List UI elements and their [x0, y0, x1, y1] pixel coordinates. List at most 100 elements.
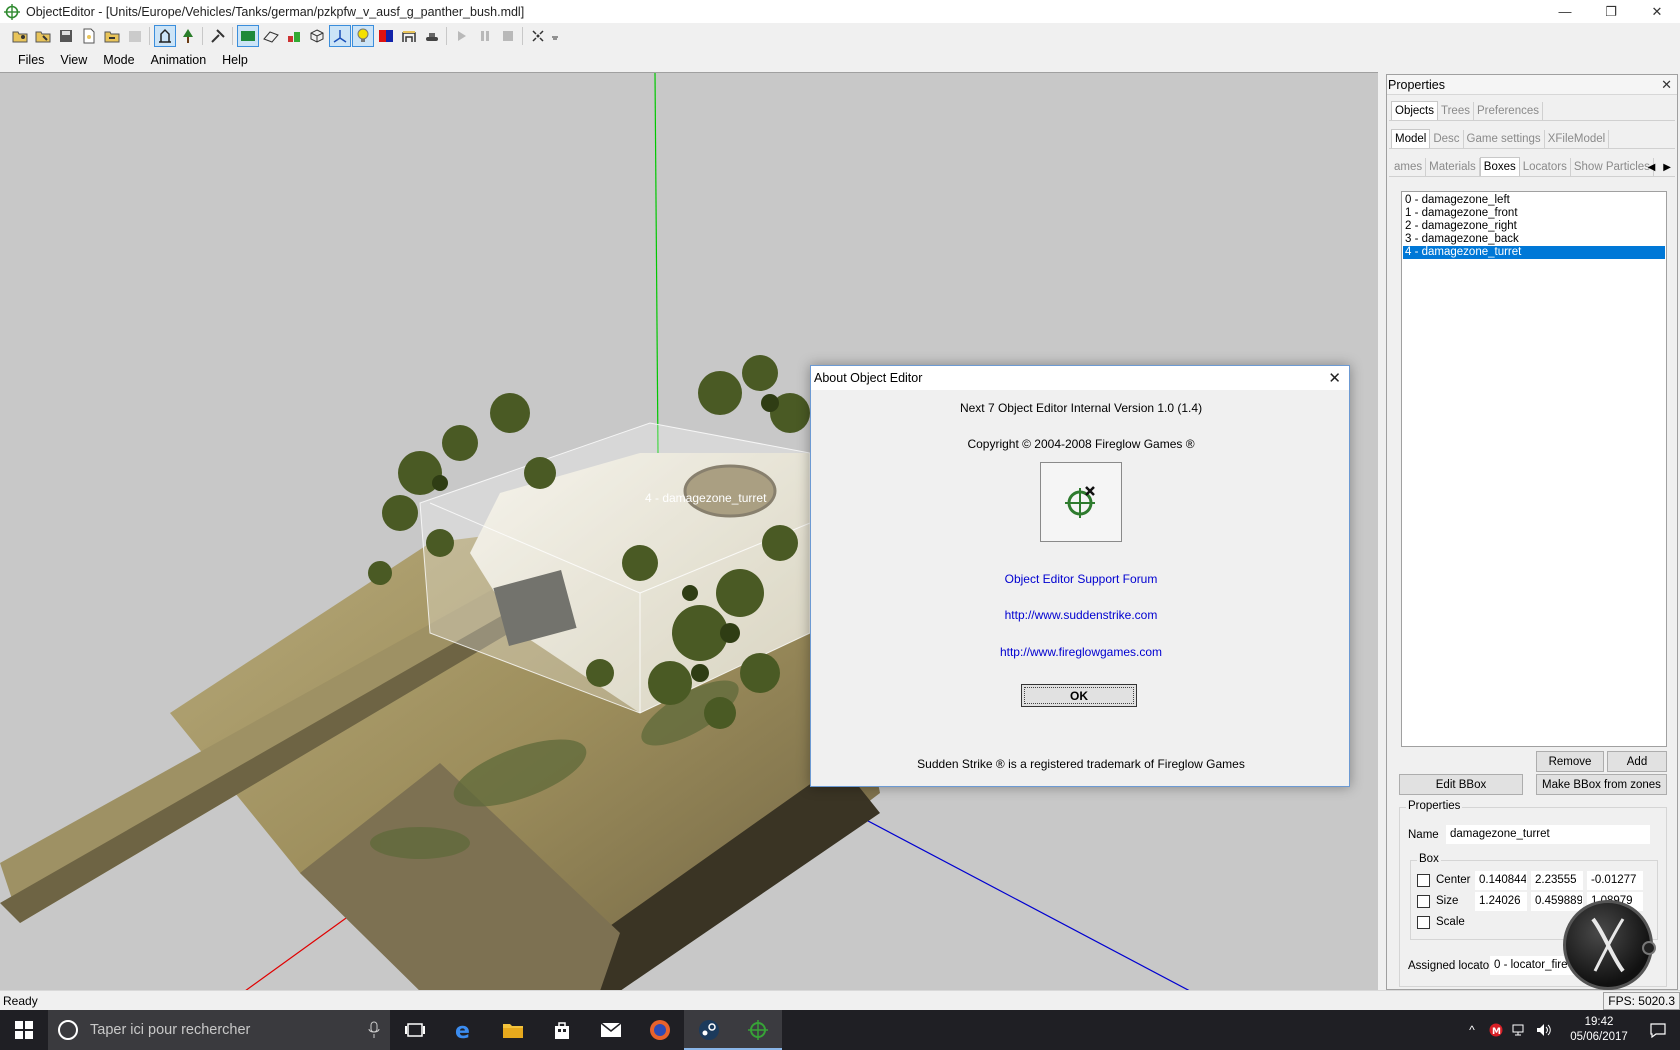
support-forum-link[interactable]: Object Editor Support Forum [811, 572, 1351, 586]
action-center-icon[interactable] [1636, 1022, 1680, 1038]
center-y-field[interactable]: 2.23555 [1531, 871, 1583, 890]
grid-plane-icon[interactable] [260, 25, 282, 47]
axes-icon[interactable] [328, 25, 351, 47]
suddenstrike-link[interactable]: http://www.suddenstrike.com [811, 608, 1351, 622]
status-bar: Ready FPS: 5020.3 [0, 990, 1680, 1010]
save-file-icon[interactable] [55, 25, 77, 47]
tab-boxes[interactable]: Boxes [1479, 157, 1520, 176]
size-y-field[interactable]: 0.459889 [1531, 892, 1583, 911]
properties-group-title: Properties [1406, 800, 1463, 812]
store-icon[interactable] [537, 1010, 586, 1050]
volume-icon[interactable] [1532, 1023, 1556, 1037]
menu-mode[interactable]: Mode [95, 51, 142, 69]
task-view-icon[interactable] [390, 1010, 439, 1050]
about-dialog: About Object Editor ✕ Next 7 Object Edit… [810, 365, 1350, 787]
list-item-selected[interactable]: 4 - damagezone_turret [1403, 246, 1665, 259]
tab-model[interactable]: Model [1391, 129, 1431, 148]
list-item[interactable]: 3 - damagezone_back [1403, 233, 1665, 246]
edge-browser-icon[interactable]: e [439, 1010, 488, 1050]
trademark-text: Sudden Strike ® is a registered trademar… [917, 757, 1245, 771]
tab-xfilemodel[interactable]: XFileModel [1545, 130, 1610, 148]
tab-preferences[interactable]: Preferences [1474, 102, 1543, 120]
fireglowgames-link[interactable]: http://www.fireglowgames.com [811, 645, 1351, 659]
particles-icon[interactable] [527, 25, 549, 47]
tab-desc[interactable]: Desc [1430, 130, 1464, 148]
stop-icon[interactable] [497, 25, 519, 47]
open-recent-icon[interactable] [32, 25, 54, 47]
mail-icon[interactable] [586, 1010, 635, 1050]
menu-view[interactable]: View [52, 51, 95, 69]
bridge-icon[interactable] [398, 25, 420, 47]
edit-bbox-button[interactable]: Edit BBox [1399, 774, 1523, 795]
play-icon[interactable] [451, 25, 473, 47]
list-item[interactable]: 2 - damagezone_right [1403, 220, 1665, 233]
tab-materials[interactable]: Materials [1426, 158, 1480, 176]
size-checkbox[interactable] [1417, 895, 1430, 908]
tab-locators[interactable]: Locators [1520, 158, 1571, 176]
file-explorer-icon[interactable] [488, 1010, 537, 1050]
crosshair-logo-icon [1065, 486, 1095, 518]
fps-counter: FPS: 5020.3 [1603, 992, 1680, 1010]
toolbar-separator [232, 27, 233, 45]
taskbar-clock[interactable]: 19:42 05/06/2017 [1562, 1015, 1636, 1045]
make-bbox-button[interactable]: Make BBox from zones [1536, 774, 1667, 795]
tab-scroll-right-icon[interactable]: ▶ [1663, 162, 1671, 173]
tab-frames[interactable]: ames [1391, 158, 1427, 176]
antivirus-icon[interactable]: M [1484, 1023, 1508, 1037]
cube-icon[interactable] [306, 25, 328, 47]
center-z-field[interactable]: -0.01277 [1587, 871, 1643, 890]
list-item[interactable]: 1 - damagezone_front [1403, 207, 1665, 220]
boxes-list[interactable]: 0 - damagezone_left 1 - damagezone_front… [1401, 191, 1667, 747]
ok-button[interactable]: OK [1021, 684, 1137, 707]
windows-logo-icon [15, 1021, 33, 1039]
menu-help[interactable]: Help [214, 51, 256, 69]
tab-show-particles[interactable]: Show Particles [1571, 158, 1654, 176]
remove-button[interactable]: Remove [1536, 751, 1604, 772]
center-checkbox[interactable] [1417, 874, 1430, 887]
name-field[interactable]: damagezone_turret [1446, 825, 1650, 844]
scale-checkbox[interactable] [1417, 916, 1430, 929]
taskbar-search-box[interactable]: Taper ici pour rechercher [48, 1010, 390, 1050]
microphone-icon[interactable] [368, 1021, 380, 1039]
tank-icon[interactable] [421, 25, 443, 47]
tray-chevron-up-icon[interactable]: ^ [1460, 1023, 1484, 1037]
chevron-down-icon[interactable] [550, 25, 560, 47]
steam-overlay-badge[interactable] [1563, 900, 1656, 990]
minimize-button[interactable]: — [1542, 0, 1588, 23]
tab-trees[interactable]: Trees [1438, 102, 1474, 120]
size-x-field[interactable]: 1.24026 [1475, 892, 1527, 911]
box-label: 4 - damagezone_turret [645, 491, 767, 505]
close-window-button[interactable]: ✕ [1634, 0, 1680, 23]
assigned-locator-label: Assigned locator [1408, 960, 1494, 972]
pause-icon[interactable] [474, 25, 496, 47]
objects-icon[interactable] [283, 25, 305, 47]
network-icon[interactable] [1508, 1023, 1532, 1037]
center-x-field[interactable]: 0.140844 [1475, 871, 1527, 890]
firefox-icon[interactable] [635, 1010, 684, 1050]
menu-files[interactable]: Files [10, 51, 52, 69]
tools-icon[interactable] [207, 25, 229, 47]
add-button[interactable]: Add [1607, 751, 1667, 772]
object-editor-taskbar-icon[interactable] [733, 1010, 782, 1050]
tree-icon[interactable] [177, 25, 199, 47]
close-icon[interactable]: ✕ [1661, 77, 1672, 93]
tab-scroll-left-icon[interactable]: ◀ [1648, 162, 1656, 173]
restore-button[interactable]: ❐ [1588, 0, 1634, 23]
windows-start-button[interactable] [0, 1010, 48, 1050]
about-close-button[interactable]: ✕ [1328, 369, 1341, 387]
steam-icon[interactable] [684, 1010, 733, 1050]
color-map-icon[interactable] [375, 25, 397, 47]
light-bulb-icon[interactable] [351, 25, 374, 47]
toolbar-separator [522, 27, 523, 45]
scene-view-icon[interactable] [153, 25, 176, 47]
tab-objects[interactable]: Objects [1391, 101, 1438, 120]
tab-game-settings[interactable]: Game settings [1464, 130, 1545, 148]
export-icon[interactable] [124, 25, 146, 47]
open-file-icon[interactable] [9, 25, 31, 47]
list-item[interactable]: 0 - damagezone_left [1403, 194, 1665, 207]
center-label: Center [1436, 874, 1471, 886]
terrain-icon[interactable] [236, 25, 259, 47]
new-file-icon[interactable] [78, 25, 100, 47]
menu-animation[interactable]: Animation [143, 51, 215, 69]
import-icon[interactable] [101, 25, 123, 47]
